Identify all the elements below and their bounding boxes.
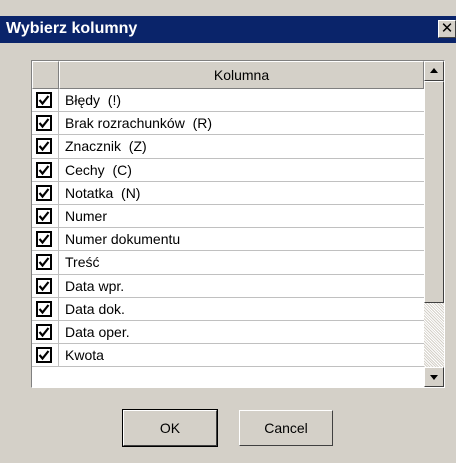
column-checkbox[interactable]: [36, 231, 52, 248]
column-checkbox[interactable]: [36, 300, 52, 317]
column-label: Numer dokumentu: [65, 231, 181, 248]
ok-button[interactable]: OK: [122, 409, 218, 447]
column-checkbox[interactable]: [36, 347, 52, 364]
column-list-viewport: Kolumna Błędy (!) Brak rozrachunków (R) Zn…: [32, 61, 424, 387]
arrow-down-icon: [430, 375, 438, 380]
checkbox-cell: [32, 344, 59, 367]
column-checkbox[interactable]: [36, 323, 52, 340]
vertical-scrollbar[interactable]: [424, 61, 444, 387]
choose-columns-dialog: Wybierz kolumny ✕ Kolumna Błędy (!) Brak …: [0, 0, 456, 463]
checkbox-cell: [32, 228, 59, 251]
dialog-title: Wybierz kolumny: [6, 20, 138, 37]
column-checkbox[interactable]: [36, 277, 52, 294]
checkbox-cell: [32, 297, 59, 320]
checkmark-icon: [38, 188, 50, 198]
list-item[interactable]: Cechy (C): [32, 158, 424, 182]
column-checkbox[interactable]: [36, 138, 52, 155]
column-label: Znacznik (Z): [65, 138, 147, 155]
checkmark-icon: [38, 211, 50, 222]
checkmark-icon: [38, 95, 50, 106]
column-label: Notatka (N): [65, 184, 141, 201]
checkmark-icon: [38, 280, 50, 291]
column-label: Kwota: [65, 347, 104, 364]
checkmark-icon: [38, 304, 50, 314]
list-item[interactable]: Data dok.: [32, 297, 424, 321]
checkbox-cell: [32, 135, 59, 158]
checkbox-cell: [32, 181, 59, 204]
column-checkbox[interactable]: [36, 207, 52, 224]
checkmark-icon: [38, 164, 50, 175]
checkmark-icon: [38, 118, 50, 129]
list-item[interactable]: Brak rozrachunków (R): [32, 112, 424, 136]
checkbox-cell: [32, 204, 59, 228]
column-label: Data wpr.: [65, 277, 125, 294]
checkbox-cell: [32, 89, 59, 112]
close-button[interactable]: ✕: [438, 20, 456, 38]
column-checkbox[interactable]: [36, 92, 52, 108]
list-item[interactable]: Treść: [32, 251, 424, 275]
header-column-name[interactable]: Kolumna: [59, 61, 424, 89]
scroll-up-button[interactable]: [424, 61, 444, 81]
title-bar[interactable]: Wybierz kolumny ✕: [0, 16, 456, 43]
column-label: Treść: [65, 254, 100, 271]
column-checkbox[interactable]: [36, 184, 52, 201]
checkbox-cell: [32, 158, 59, 181]
list-item[interactable]: Data wpr.: [32, 274, 424, 298]
column-label: Data dok.: [65, 300, 125, 317]
scroll-down-button[interactable]: [424, 367, 444, 387]
list-item[interactable]: Data oper.: [32, 320, 424, 345]
column-checkbox[interactable]: [36, 254, 52, 271]
checkbox-cell: [32, 320, 59, 344]
cancel-button[interactable]: Cancel: [239, 410, 333, 446]
column-label: Błędy (!): [65, 92, 122, 108]
list-item[interactable]: Numer dokumentu: [32, 228, 424, 252]
column-list: Kolumna Błędy (!) Brak rozrachunków (R) Zn…: [31, 60, 445, 388]
checkmark-icon: [38, 234, 50, 245]
checkmark-icon: [38, 257, 50, 268]
scrollbar-thumb[interactable]: [424, 81, 444, 303]
checkmark-icon: [38, 141, 50, 152]
close-icon: ✕: [440, 19, 454, 37]
column-label: Numer: [65, 207, 108, 224]
checkbox-cell: [32, 251, 59, 274]
cancel-button-label: Cancel: [264, 420, 308, 436]
list-item[interactable]: Numer: [32, 204, 424, 229]
column-checkbox[interactable]: [36, 115, 52, 132]
ok-button-label: OK: [159, 420, 181, 436]
list-item[interactable]: Kwota: [32, 344, 424, 368]
column-checkbox[interactable]: [36, 161, 52, 178]
column-label: Brak rozrachunków (R): [65, 115, 213, 132]
column-label: Cechy (C): [65, 161, 132, 178]
checkmark-icon: [38, 350, 50, 361]
list-item[interactable]: Błędy (!): [32, 89, 424, 113]
arrow-up-icon: [430, 68, 438, 73]
checkmark-icon: [38, 327, 50, 338]
column-rows: Błędy (!) Brak rozrachunków (R) Znacznik (…: [32, 89, 424, 368]
checkbox-cell: [32, 274, 59, 297]
header-checkbox-column[interactable]: [32, 61, 59, 89]
column-label: Data oper.: [65, 323, 130, 340]
checkbox-cell: [32, 112, 59, 135]
list-item[interactable]: Znacznik (Z): [32, 135, 424, 159]
list-header: Kolumna: [32, 61, 424, 89]
list-item[interactable]: Notatka (N): [32, 181, 424, 205]
